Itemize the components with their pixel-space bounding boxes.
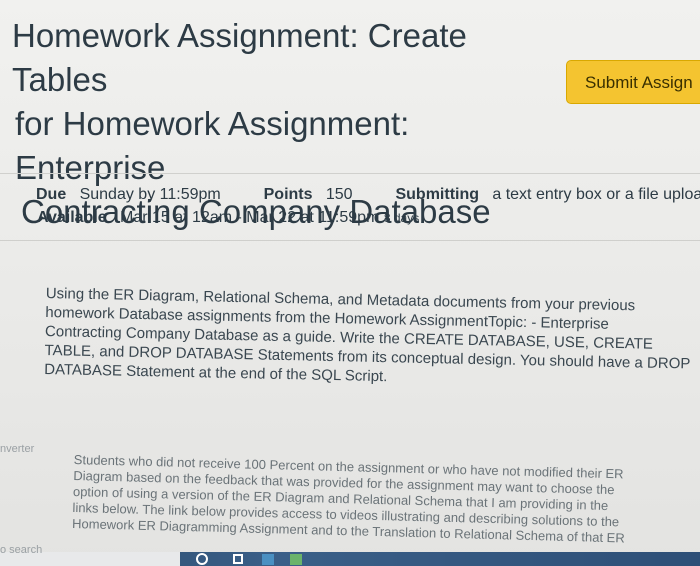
points-value: 150 bbox=[325, 186, 353, 203]
due-label: Due bbox=[36, 186, 76, 203]
converter-fragment[interactable]: nverter bbox=[0, 443, 34, 455]
due-value: Sunday by 11:59pm bbox=[79, 186, 221, 203]
divider bbox=[0, 173, 700, 174]
available-days: 8 days bbox=[383, 211, 420, 225]
divider bbox=[0, 240, 700, 241]
submitting-value: a text entry box or a file upload bbox=[492, 186, 700, 203]
title-line-2: for Homework Assignment: Enterprise bbox=[15, 105, 410, 186]
assignment-details-row: Due Sunday by 11:59pm Points 150 Submitt… bbox=[36, 186, 700, 204]
task-view-icon[interactable] bbox=[233, 554, 243, 564]
title-line-1: Homework Assignment: Create Tables bbox=[12, 17, 467, 98]
feedback-note: Students who did not receive 100 Percent… bbox=[72, 452, 694, 548]
submit-assignment-button[interactable]: Submit Assign bbox=[566, 60, 700, 104]
assignment-description: Using the ER Diagram, Relational Schema,… bbox=[44, 284, 700, 393]
available-value: Mar 15 at 12am - Mar 22 at 11:59pm bbox=[120, 209, 384, 226]
taskbar-search-placeholder[interactable]: o search bbox=[0, 544, 42, 556]
submitting-label: Submitting bbox=[395, 186, 488, 203]
available-label: Available bbox=[37, 209, 116, 226]
availability-row: Available Mar 15 at 12am - Mar 22 at 11:… bbox=[37, 209, 419, 227]
points-label: Points bbox=[263, 186, 322, 203]
app-icon[interactable] bbox=[262, 554, 274, 565]
cortana-circle-icon[interactable] bbox=[196, 553, 208, 565]
app-icon[interactable] bbox=[290, 554, 302, 565]
